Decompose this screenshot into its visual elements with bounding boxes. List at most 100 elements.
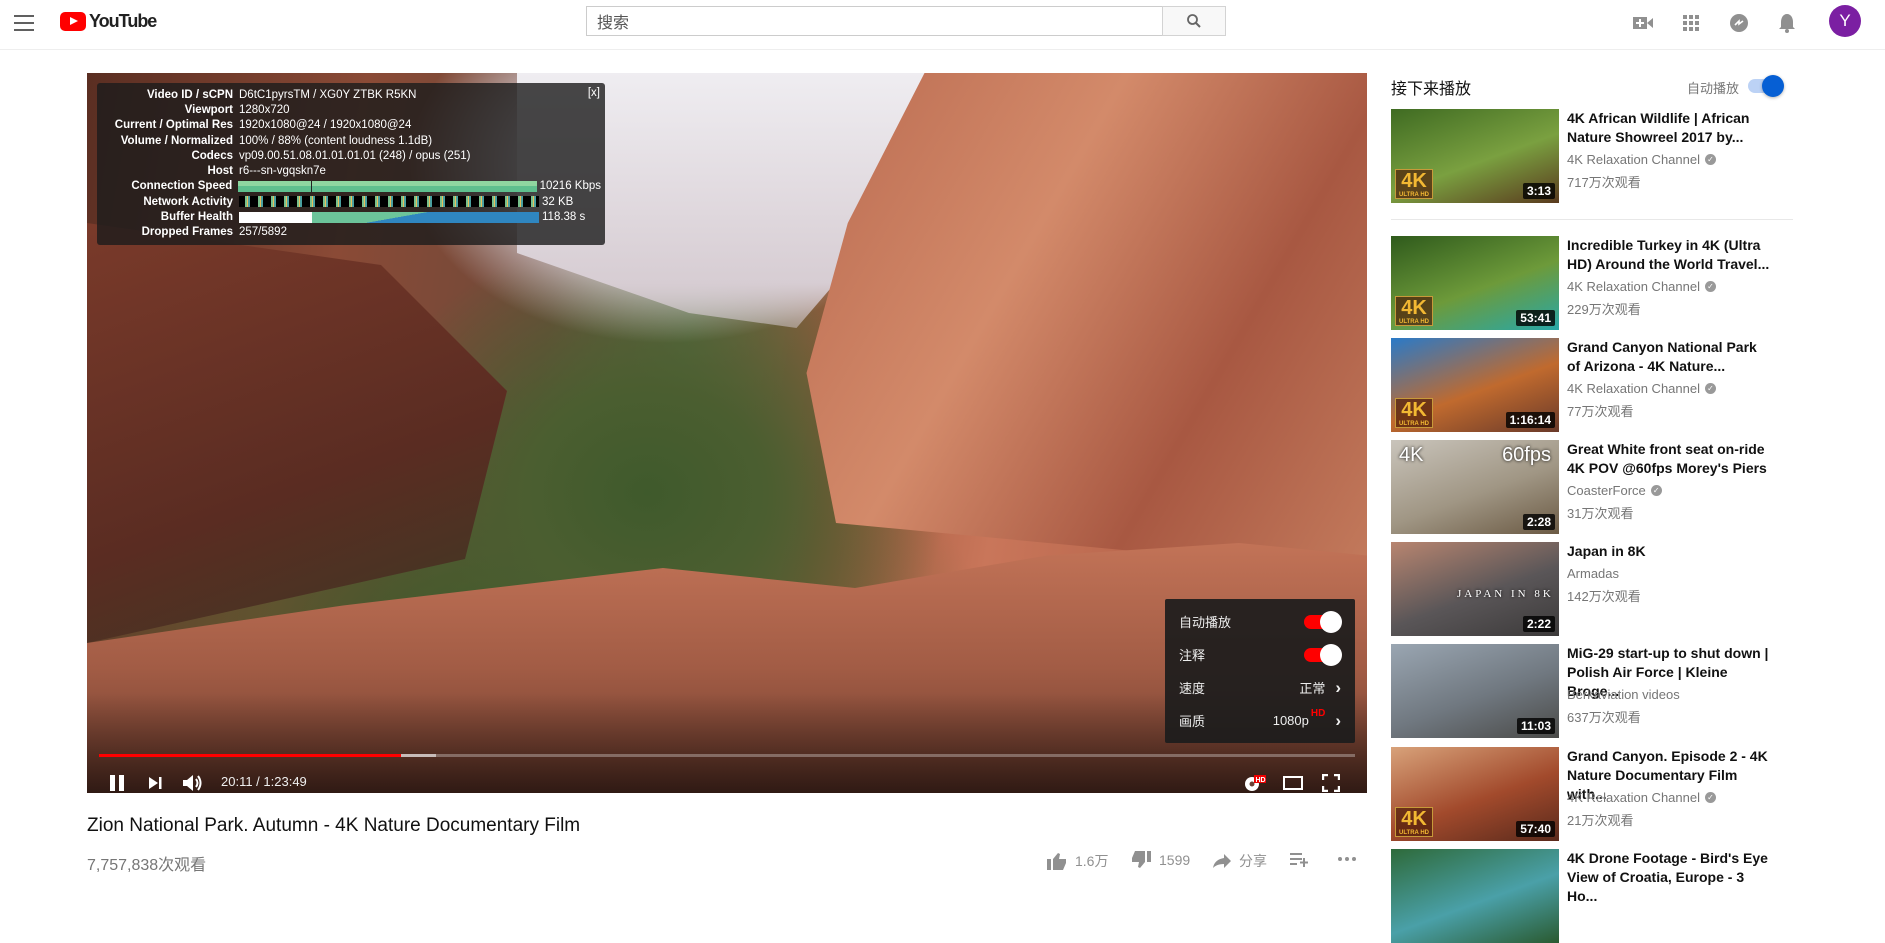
recommended-video-title[interactable]: Great White front seat on-ride 4K POV @6… [1567,440,1772,478]
search-button[interactable] [1162,6,1226,36]
verified-check-icon: ✓ [1704,154,1716,165]
channel-name[interactable]: 4K Relaxation Channel ✓ [1567,279,1716,294]
video-thumbnail[interactable]: 4K ULTRA HD 3:13 [1391,109,1559,203]
recommended-video-title[interactable]: Incredible Turkey in 4K (Ultra HD) Aroun… [1567,236,1772,274]
fullscreen-button[interactable] [1313,765,1349,793]
stats-row: Connection Speed 10216 Kbps [101,179,601,194]
share-icon [1213,854,1231,868]
settings-button[interactable]: HD [1237,765,1273,793]
video-duration: 3:13 [1522,183,1555,199]
video-player[interactable]: [x] Video ID / sCPN D6tC1pyrsTM / XG0Y ZT… [87,73,1367,793]
recommended-view-count: 31万次观看 [1567,506,1634,521]
stats-row: Current / Optimal Res 1920x1080@24 / 1920… [101,118,601,133]
thumbs-up-icon [1047,853,1066,870]
gear-icon: HD [1245,775,1266,791]
pause-button[interactable] [101,765,133,793]
menu-item-quality[interactable]: 画质 1080p HD › [1165,704,1355,737]
recommended-video-title[interactable]: 4K African Wildlife | African Nature Sho… [1567,109,1772,147]
autoplay-toggle[interactable] [1304,610,1342,633]
settings-menu: 自动播放 注释 速度 正常 › 画质 1080p HD › [1165,599,1355,743]
menu-label: 画质 [1179,714,1206,729]
verified-check-icon: ✓ [1704,383,1716,394]
youtube-logo[interactable]: YouTube [60,11,157,32]
time-display: 20:11 / 1:23:49 [221,774,307,789]
recommended-video[interactable]: 4K ULTRA HD 3:13 4K African Wildlife | Afri… [1391,109,1871,203]
stats-row: Host r6---sn-vgqskn7e [101,163,601,178]
up-next-heading: 接下来播放 [1391,81,1472,98]
menu-item-speed[interactable]: 速度 正常 › [1165,671,1355,704]
stats-value: 100% / 88% (content loudness 1.1dB) [239,134,433,147]
menu-item-autoplay[interactable]: 自动播放 [1165,605,1355,638]
recommended-video[interactable]: 4K ULTRA HD 1:16:14 Grand Canyon National P… [1391,338,1871,432]
add-to-playlist-button[interactable] [1290,851,1310,867]
fullscreen-icon [1322,774,1340,792]
channel-name[interactable]: 4K Relaxation Channel ✓ [1567,381,1716,396]
dislike-button[interactable]: 1599 [1131,851,1190,869]
verified-check-icon: ✓ [1704,792,1716,803]
channel-name[interactable]: Berkaviation videos [1567,687,1680,702]
video-thumbnail[interactable]: 4K ULTRA HD 1:16:14 [1391,338,1559,432]
hd-badge: HD [1256,777,1266,784]
autoplay-toggle[interactable] [1748,75,1784,97]
recommended-video-title[interactable]: Grand Canyon National Park of Arizona - … [1567,338,1772,376]
like-button[interactable]: 1.6万 [1047,851,1108,871]
chevron-right-icon: › [1335,677,1341,697]
stats-value: vp09.00.51.08.01.01.01.01 (248) / opus (… [239,149,471,162]
more-actions-button[interactable] [1337,851,1357,867]
video-frame-left-cliff [87,223,507,643]
messages-icon[interactable] [1728,12,1750,34]
video-thumbnail[interactable]: 11:03 [1391,644,1559,738]
thumbnail-overlay-text: 60fps [1502,444,1551,466]
recommended-video[interactable]: JAPAN IN 8K 2:22 Japan in 8K Armadas 142万次观看 [1391,542,1871,636]
next-icon [149,777,162,789]
recommended-view-count: 77万次观看 [1567,404,1634,419]
channel-name[interactable]: Armadas [1567,566,1619,581]
recommended-video[interactable]: 4K ULTRA HD 53:41 Incredible Turkey in 4K (… [1391,236,1871,330]
video-thumbnail[interactable]: 4K ULTRA HD 57:40 [1391,747,1559,841]
stats-key: Dropped Frames [141,226,233,239]
share-button[interactable]: 分享 [1213,851,1267,871]
recommended-view-count: 717万次观看 [1567,175,1641,190]
channel-name[interactable]: CoasterForce ✓ [1567,483,1662,498]
stats-close-button[interactable]: [x] [588,87,600,99]
divider [1391,219,1793,220]
recommended-video-title[interactable]: 4K Drone Footage - Bird's Eye View of Cr… [1567,849,1772,906]
theater-mode-button[interactable] [1275,765,1311,793]
recommended-video[interactable]: 11:03 MiG-29 start-up to shut down | Poli… [1391,644,1871,738]
menu-item-annotations[interactable]: 注释 [1165,638,1355,671]
stats-row: Volume / Normalized 100% / 88% (content l… [101,133,601,148]
recommended-video[interactable]: 4K 60fps 2:28 Great White front seat on-rid… [1391,440,1871,534]
autoplay-label: 自动播放 [1687,81,1740,96]
search-input[interactable]: 搜索 [586,6,1163,36]
video-thumbnail[interactable]: JAPAN IN 8K 2:22 [1391,542,1559,636]
volume-button[interactable] [177,765,209,793]
apps-icon[interactable] [1680,12,1702,34]
channel-name-text: 4K Relaxation Channel [1567,152,1700,167]
progress-bar[interactable] [99,754,1355,757]
recommended-video-title[interactable]: Japan in 8K [1567,542,1772,561]
next-button[interactable] [139,765,171,793]
avatar[interactable]: Y [1829,5,1861,37]
verified-check-icon: ✓ [1650,485,1662,496]
upload-video-icon[interactable] [1632,12,1654,34]
4k-ultra-hd-badge: 4K ULTRA HD [1395,169,1433,199]
video-thumbnail[interactable]: 4K ULTRA HD 53:41 [1391,236,1559,330]
video-thumbnail[interactable]: 4K 60fps 2:28 [1391,440,1559,534]
video-thumbnail[interactable] [1391,849,1559,943]
stats-key: Volume / Normalized [120,134,233,147]
search-icon [1187,14,1201,28]
avatar-letter: Y [1839,11,1851,30]
dislike-count: 1599 [1159,852,1191,868]
recommended-video[interactable]: 4K ULTRA HD 57:40 Grand Canyon. Episode 2 -… [1391,747,1871,841]
menu-icon[interactable] [14,15,34,31]
theater-icon [1283,776,1303,790]
recommended-video[interactable]: 4K Drone Footage - Bird's Eye View of Cr… [1391,849,1871,943]
view-count: 7,757,838次观看 [87,857,207,874]
annotations-toggle[interactable] [1304,643,1342,666]
channel-name[interactable]: 4K Relaxation Channel ✓ [1567,152,1716,167]
quality-value: 1080p [1272,713,1309,728]
channel-name[interactable]: 4K Relaxation Channel ✓ [1567,790,1716,805]
notifications-bell-icon[interactable] [1776,12,1798,34]
pause-icon [110,775,124,791]
stats-value: 1920x1080@24 / 1920x1080@24 [239,119,412,132]
